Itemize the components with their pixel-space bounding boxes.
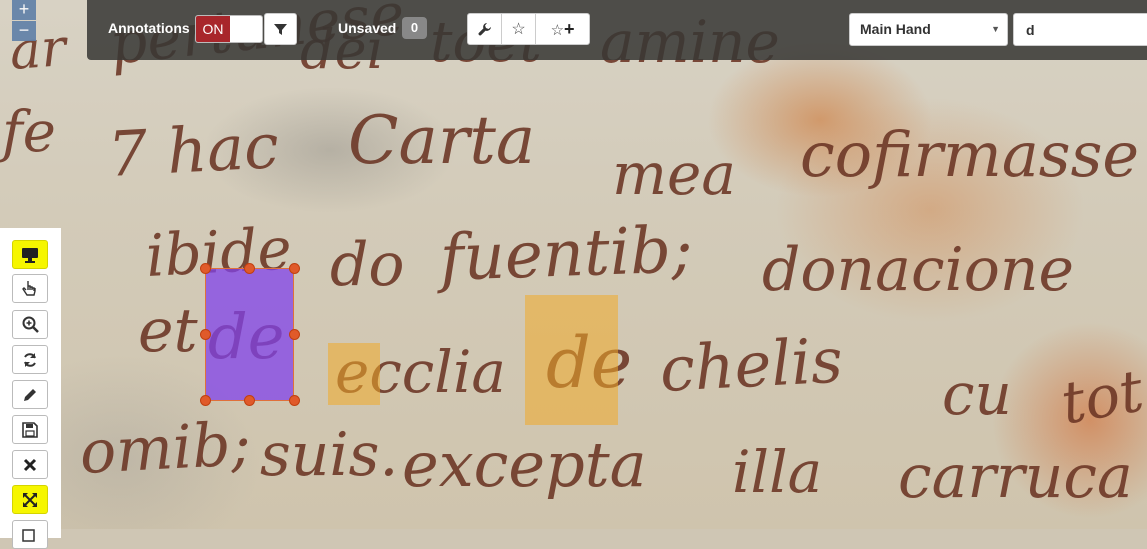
- unsaved-count-badge: 0: [402, 17, 427, 39]
- unsaved-label: Unsaved: [338, 20, 397, 36]
- annotations-label: Annotations: [108, 20, 190, 36]
- annotation-box[interactable]: [525, 295, 618, 425]
- manuscript-word: omib;: [78, 409, 253, 488]
- manuscript-word: Carta: [348, 102, 536, 179]
- manuscript-word: mea: [612, 140, 736, 208]
- manuscript-word: et: [138, 296, 198, 366]
- manuscript-word: illa: [732, 438, 823, 506]
- wrench-button[interactable]: [468, 14, 503, 44]
- hand-select[interactable]: Main Hand ▼: [849, 13, 1008, 46]
- manuscript-image[interactable]: arpertunesedeitoetaminefe7 hacCartameaco…: [0, 0, 1147, 529]
- filter-button[interactable]: [264, 13, 297, 45]
- close-icon: [23, 458, 37, 471]
- manuscript-word: do: [330, 230, 405, 300]
- manuscript-word: donacione: [762, 235, 1075, 305]
- refresh-icon: [24, 352, 36, 367]
- pencil-icon: [24, 388, 36, 401]
- toggle-on-label: ON: [196, 16, 230, 42]
- zoom-in-button[interactable]: +: [12, 0, 36, 20]
- delete-tool[interactable]: [12, 450, 48, 479]
- zoom-tool[interactable]: [12, 310, 48, 339]
- zoom-out-button[interactable]: −: [12, 21, 36, 41]
- manuscript-word: fe: [2, 100, 56, 165]
- save-tool[interactable]: [12, 415, 48, 444]
- manuscript-word: 7 hac: [106, 109, 281, 191]
- resize-handle-ne[interactable]: [289, 263, 300, 274]
- resize-handle-nw[interactable]: [200, 263, 211, 274]
- expand-icon: [23, 492, 37, 507]
- manuscript-word: fuentib;: [438, 213, 694, 296]
- resize-handle-w[interactable]: [200, 329, 211, 340]
- annotations-toggle[interactable]: ON: [195, 15, 263, 43]
- floppy-icon: [22, 421, 38, 438]
- wrench-icon: [478, 23, 491, 36]
- filter-icon: [274, 23, 287, 35]
- search-input[interactable]: [1013, 13, 1147, 46]
- hand-select-value: Main Hand: [860, 21, 931, 37]
- fullscreen-tool[interactable]: [12, 485, 48, 514]
- annotation-action-group: ☆ ☆+: [467, 13, 590, 45]
- edit-tool[interactable]: [12, 380, 48, 409]
- monitor-icon: [22, 247, 38, 263]
- pan-tool[interactable]: [12, 274, 48, 303]
- resize-handle-se[interactable]: [289, 395, 300, 406]
- manuscript-word: tot: [1056, 356, 1147, 438]
- tool-panel: [0, 228, 61, 549]
- manuscript-word: cu: [942, 360, 1012, 428]
- top-toolbar: Annotations ON Unsaved 0 ☆ ☆+ Main Hand …: [87, 0, 1147, 60]
- star-icon: ☆: [511, 21, 526, 38]
- zoom-in-icon: [22, 316, 39, 333]
- resize-handle-sw[interactable]: [200, 395, 211, 406]
- chevron-down-icon: ▼: [991, 24, 1000, 34]
- hand-pointer-icon: [22, 280, 36, 296]
- resize-handle-s[interactable]: [244, 395, 255, 406]
- display-tool[interactable]: [12, 240, 48, 269]
- annotation-box[interactable]: [328, 343, 380, 405]
- refresh-tool[interactable]: [12, 345, 48, 374]
- star-plus-button[interactable]: ☆+: [536, 14, 589, 44]
- manuscript-word: excepta: [402, 428, 647, 501]
- manuscript-word: suis.: [260, 420, 399, 490]
- manuscript-word: cofirmasse: [800, 118, 1140, 191]
- resize-handle-n[interactable]: [244, 263, 255, 274]
- star-button[interactable]: ☆: [502, 14, 537, 44]
- manuscript-word: chelis: [658, 323, 845, 406]
- annotation-selected[interactable]: [205, 268, 294, 401]
- resize-handle-e[interactable]: [289, 329, 300, 340]
- manuscript-word: carruca: [898, 442, 1133, 512]
- star-plus-icon: ☆+: [550, 18, 575, 39]
- more-tool[interactable]: [12, 520, 48, 549]
